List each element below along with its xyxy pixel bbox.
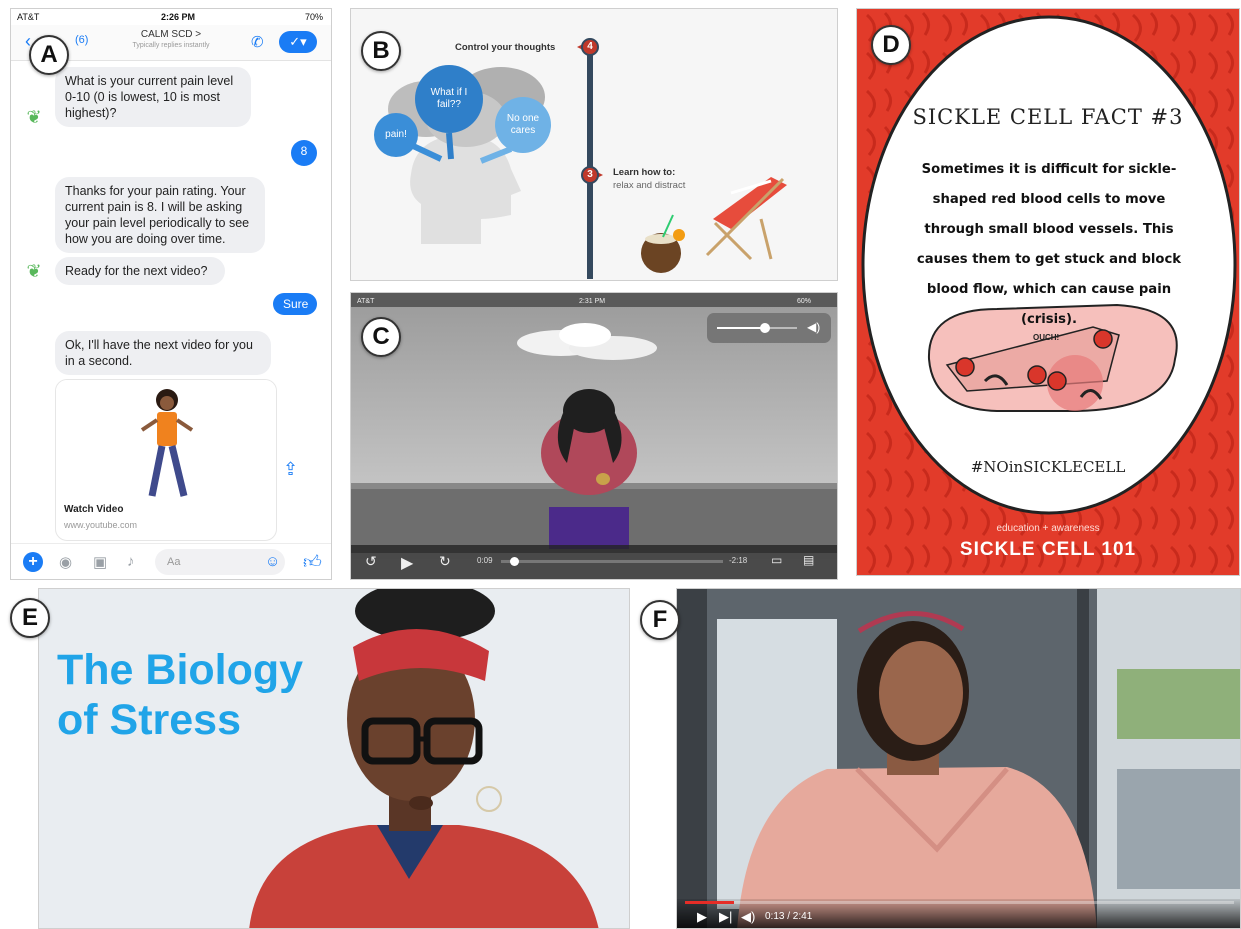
panel-label-c: C xyxy=(361,317,401,357)
dancing-figure-illustration xyxy=(56,380,276,502)
thought-control-infographic: Control your thoughts 4 3 Learn how to: … xyxy=(350,8,838,281)
remaining-time: -2:18 xyxy=(729,556,748,565)
bubble-no-one-cares: No one cares xyxy=(506,113,540,136)
video-title-line1: The Biology xyxy=(57,646,304,694)
hashtag: #NOinSICKLECELL xyxy=(970,458,1126,476)
brand-logo-text: SICKLE CELL 101 xyxy=(959,539,1137,560)
tagline: education + awareness xyxy=(996,523,1100,534)
status-time: 2:26 PM xyxy=(161,12,196,22)
status-bar: AT&T 2:26 PM 70% xyxy=(11,9,331,25)
bot-avatar-leaf-icon: ❦ xyxy=(26,107,42,127)
step4-number: 4 xyxy=(581,38,599,56)
elapsed-time: 0:09 xyxy=(477,556,493,565)
f-time-readout: 0:13 / 2:41 xyxy=(765,911,813,922)
forward-15-icon[interactable]: ↻ xyxy=(439,553,451,570)
share-icon[interactable]: ⇪ xyxy=(283,459,298,480)
step3-number: 3 xyxy=(581,166,599,184)
rewind-15-icon[interactable]: ↺ xyxy=(365,553,377,570)
bubble-what-if: What if I fail?? xyxy=(430,87,468,110)
ouch-label: OUCH! xyxy=(1033,333,1060,342)
camera-icon[interactable]: ◉ xyxy=(59,553,72,571)
c-battery: 60% xyxy=(797,298,812,305)
airplay-icon[interactable]: ▭ xyxy=(771,553,782,567)
messenger-chat-panel: AT&T 2:26 PM 70% ‹ (6) CALM SCD > Typica… xyxy=(10,8,332,580)
fact-body: Sometimes it is difficult for sickle-sha… xyxy=(916,162,1182,327)
volume-fill xyxy=(717,327,765,329)
step4-label: Control your thoughts xyxy=(455,42,556,53)
progress-knob[interactable] xyxy=(510,557,520,566)
message-composer: + ◉ ▣ ♪ Aa ☺ 👍︎ xyxy=(11,543,331,579)
carrier-label: AT&T xyxy=(17,12,40,22)
panel-label-f: F xyxy=(640,600,680,640)
bot-message-thanks: Thanks for your pain rating. Your curren… xyxy=(55,177,265,253)
presenter-illustration xyxy=(39,589,629,928)
video-title-line2: of Stress xyxy=(57,696,242,744)
image-icon[interactable]: ▣ xyxy=(93,553,107,571)
interview-video-player: ▶ ▶| ◀) 0:13 / 2:41 xyxy=(676,588,1241,929)
video-card[interactable]: Watch Video www.youtube.com xyxy=(55,379,277,541)
bot-avatar-leaf-icon: ❦ xyxy=(26,261,42,281)
captions-icon[interactable]: ▤ xyxy=(803,553,814,567)
phone-icon[interactable]: ✆ xyxy=(251,33,264,51)
f-progress-fill xyxy=(685,901,735,904)
biology-of-stress-video-frame: The Biology of Stress xyxy=(38,588,630,929)
c-carrier: AT&T xyxy=(357,298,375,305)
check-menu-button[interactable]: ✓▾ xyxy=(279,31,317,53)
emoji-icon[interactable]: ☺ xyxy=(265,553,280,570)
thumbs-up-icon[interactable]: 👍︎ xyxy=(303,551,322,573)
bubble-pain: pain! xyxy=(385,129,407,140)
panel-label-b: B xyxy=(361,31,401,71)
user-reply-8: 8 xyxy=(291,140,317,166)
panel-label-e: E xyxy=(10,598,50,638)
f-play-icon[interactable]: ▶ xyxy=(697,909,707,925)
play-icon[interactable]: ▶ xyxy=(401,553,413,573)
battery-label: 70% xyxy=(304,12,323,22)
video-player-panel: AT&T 2:31 PM 60% ◀) ↺ ▶ ↻ 0:09 -2:18 ▭ ▤… xyxy=(350,292,838,580)
video-caption[interactable]: Watch Video xyxy=(64,504,123,515)
volume-knob[interactable] xyxy=(760,323,770,333)
video-url: www.youtube.com xyxy=(64,520,138,530)
bot-message-ok: Ok, I'll have the next video for you in … xyxy=(55,331,271,375)
f-playback-controls: ▶ ▶| ◀) 0:13 / 2:41 xyxy=(677,899,1240,928)
bot-message-pain-question: What is your current pain level 0-10 (0 … xyxy=(55,67,251,127)
bot-message-ready: Ready for the next video? xyxy=(55,257,225,285)
plus-icon[interactable]: + xyxy=(23,552,43,572)
volume-control[interactable]: ◀) xyxy=(707,313,831,343)
fact-title: SICKLE CELL FACT #3 xyxy=(912,105,1184,129)
user-reply-sure: Sure xyxy=(273,293,317,315)
c-time: 2:31 PM xyxy=(579,298,606,305)
sickle-cell-fact-card: SICKLE CELL FACT #3 Sometimes it is diff… xyxy=(856,8,1240,576)
interview-scene-illustration xyxy=(677,589,1240,928)
volume-icon[interactable]: ◀) xyxy=(741,909,755,925)
step3-sublabel: relax and distract xyxy=(613,180,686,191)
panel-label-d: D xyxy=(871,25,911,65)
panel-label-a: A xyxy=(29,35,69,75)
playback-controls: ↺ ▶ ↻ 0:09 -2:18 ▭ ▤ xyxy=(351,545,837,579)
microphone-icon[interactable]: ♪ xyxy=(127,553,135,570)
speaker-icon[interactable]: ◀) xyxy=(807,320,820,334)
progress-track[interactable] xyxy=(501,560,723,563)
next-icon[interactable]: ▶| xyxy=(719,909,732,925)
step3-label: Learn how to: xyxy=(613,167,676,178)
video-title: The Biology of Stress xyxy=(57,645,303,745)
f-progress-track[interactable] xyxy=(685,901,1234,904)
